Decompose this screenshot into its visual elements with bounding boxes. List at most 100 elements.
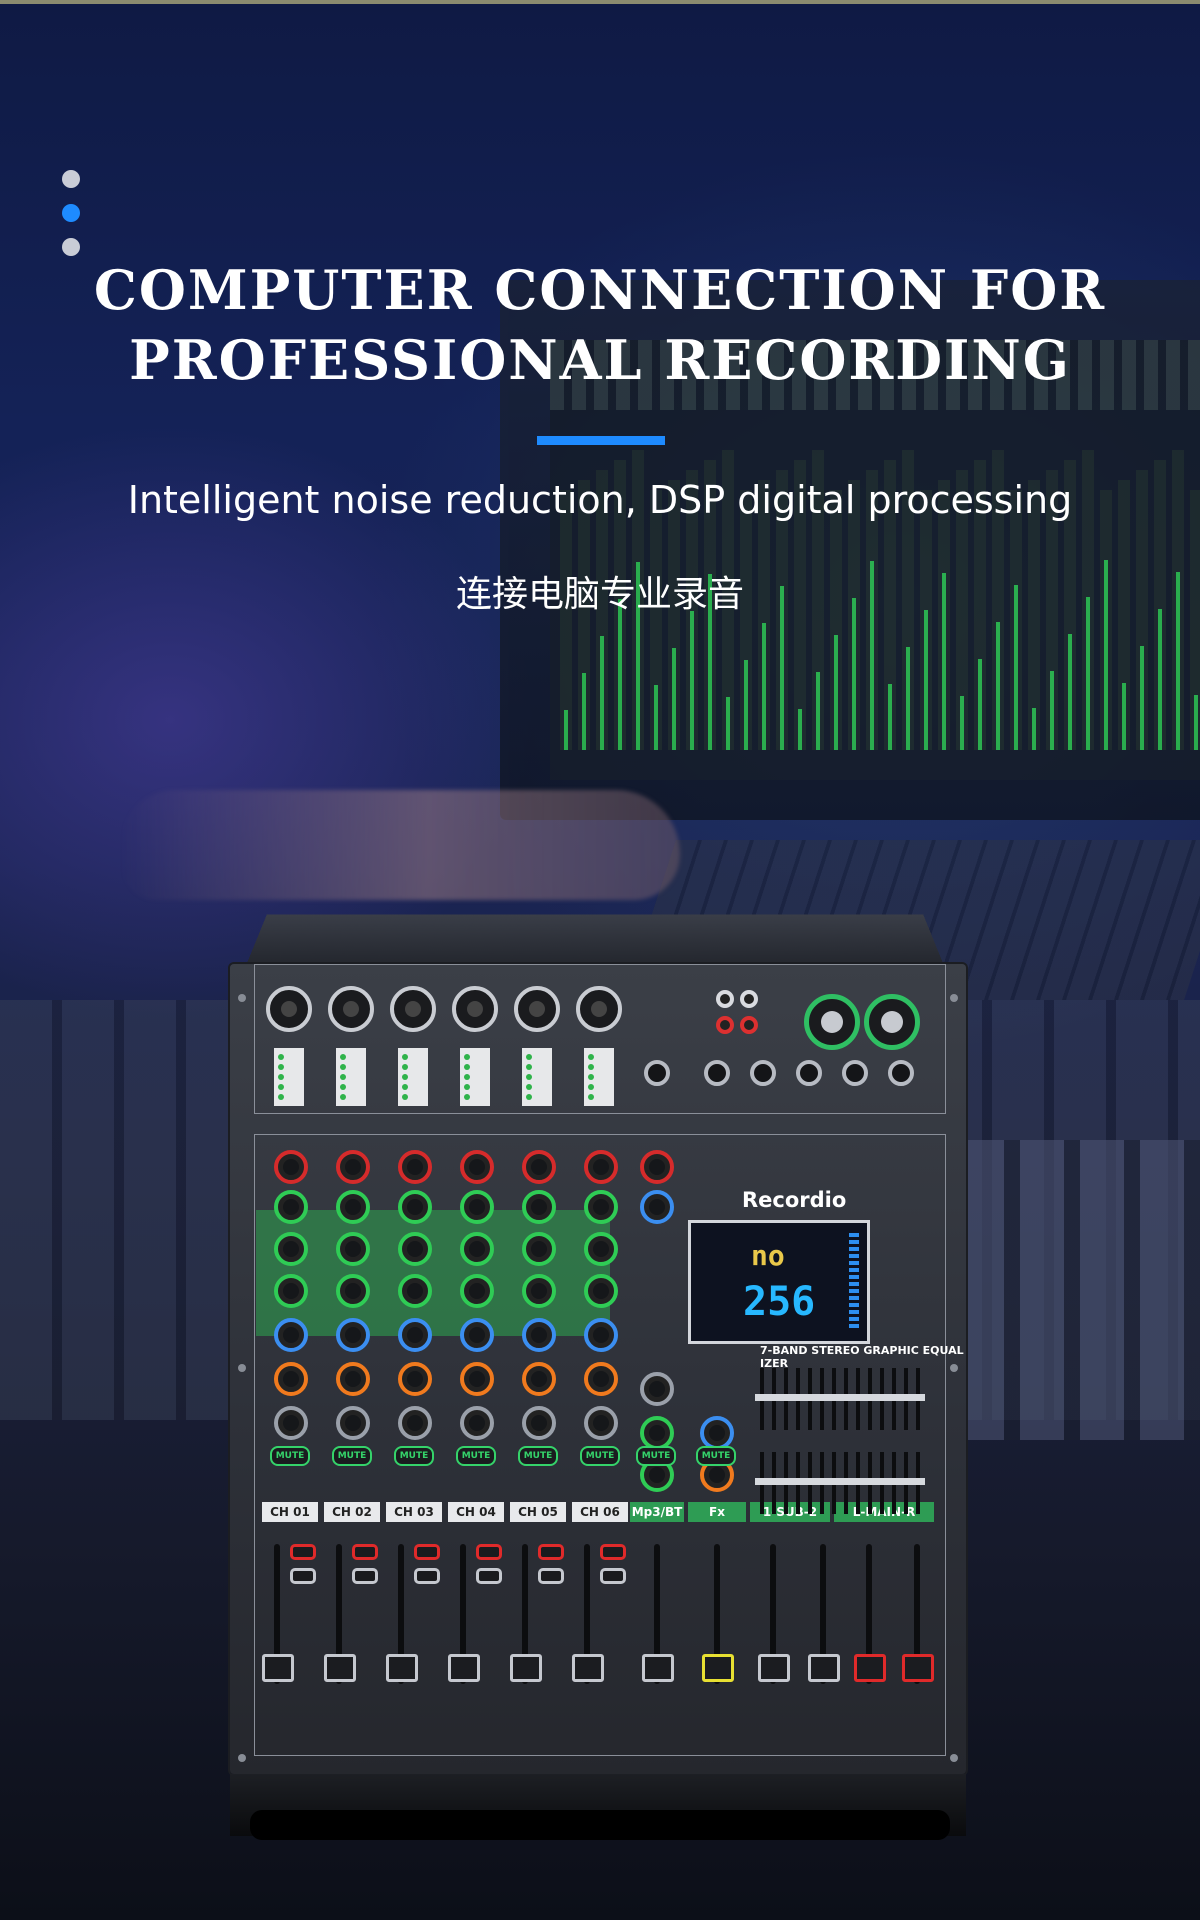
- xlr-combo-input[interactable]: [576, 986, 622, 1032]
- pan-knob[interactable]: [398, 1406, 432, 1440]
- low-eq-knob[interactable]: [336, 1274, 370, 1308]
- eq-band-slider[interactable]: [911, 1478, 925, 1485]
- mute-button[interactable]: MUTE: [270, 1446, 310, 1466]
- high-eq-knob[interactable]: [274, 1190, 308, 1224]
- mute-button[interactable]: MUTE: [580, 1446, 620, 1466]
- aux-knob[interactable]: [336, 1318, 370, 1352]
- main-assign-button[interactable]: [414, 1544, 440, 1560]
- mute-button[interactable]: MUTE: [332, 1446, 372, 1466]
- pan-knob[interactable]: [584, 1406, 618, 1440]
- aux-knob[interactable]: [584, 1318, 618, 1352]
- main-assign-button[interactable]: [290, 1544, 316, 1560]
- sub-assign-button[interactable]: [600, 1568, 626, 1584]
- xlr-combo-input[interactable]: [514, 986, 560, 1032]
- gain-knob[interactable]: [274, 1150, 308, 1184]
- channel-fader[interactable]: [448, 1654, 480, 1682]
- high-eq-knob[interactable]: [336, 1190, 370, 1224]
- quarter-inch-jack[interactable]: [750, 1060, 776, 1086]
- main-assign-button[interactable]: [538, 1544, 564, 1560]
- fx-knob[interactable]: [460, 1362, 494, 1396]
- quarter-inch-jack[interactable]: [888, 1060, 914, 1086]
- xlr-combo-input[interactable]: [328, 986, 374, 1032]
- high-eq-knob[interactable]: [584, 1190, 618, 1224]
- low-eq-knob[interactable]: [522, 1274, 556, 1308]
- bus-fader[interactable]: [642, 1654, 674, 1682]
- rca-jack[interactable]: [740, 1016, 758, 1034]
- main-out-right-xlr[interactable]: [864, 994, 920, 1050]
- channel-fader[interactable]: [572, 1654, 604, 1682]
- channel-fader[interactable]: [262, 1654, 294, 1682]
- sub-assign-button[interactable]: [538, 1568, 564, 1584]
- high-eq-knob[interactable]: [460, 1190, 494, 1224]
- pan-knob[interactable]: [460, 1406, 494, 1440]
- fx-knob[interactable]: [274, 1362, 308, 1396]
- aux-send-jack[interactable]: [644, 1060, 670, 1086]
- bus-fader[interactable]: [808, 1654, 840, 1682]
- eq-band-slider[interactable]: [911, 1394, 925, 1401]
- low-eq-knob[interactable]: [584, 1274, 618, 1308]
- fx-knob[interactable]: [336, 1362, 370, 1396]
- mid-eq-knob[interactable]: [336, 1232, 370, 1266]
- mp3-mute-button[interactable]: MUTE: [636, 1446, 676, 1466]
- channel-fader[interactable]: [510, 1654, 542, 1682]
- main-assign-button[interactable]: [476, 1544, 502, 1560]
- fx-mute-button[interactable]: MUTE: [696, 1446, 736, 1466]
- aux-knob[interactable]: [460, 1318, 494, 1352]
- gain-knob[interactable]: [522, 1150, 556, 1184]
- gain-knob[interactable]: [460, 1150, 494, 1184]
- main-out-left-xlr[interactable]: [804, 994, 860, 1050]
- gain-knob[interactable]: [584, 1150, 618, 1184]
- aux-knob[interactable]: [522, 1318, 556, 1352]
- bus-fader[interactable]: [758, 1654, 790, 1682]
- xlr-combo-input[interactable]: [452, 986, 498, 1032]
- phones-level-knob[interactable]: [640, 1150, 674, 1184]
- bus-knob[interactable]: [640, 1372, 674, 1406]
- low-eq-knob[interactable]: [274, 1274, 308, 1308]
- xlr-combo-input[interactable]: [390, 986, 436, 1032]
- bus-fader[interactable]: [854, 1654, 886, 1682]
- fx-knob[interactable]: [398, 1362, 432, 1396]
- fx-knob[interactable]: [584, 1362, 618, 1396]
- mid-eq-knob[interactable]: [522, 1232, 556, 1266]
- aux-master-knob[interactable]: [640, 1190, 674, 1224]
- quarter-inch-jack[interactable]: [704, 1060, 730, 1086]
- mute-button[interactable]: MUTE: [518, 1446, 558, 1466]
- bus-fader[interactable]: [702, 1654, 734, 1682]
- pan-knob[interactable]: [336, 1406, 370, 1440]
- fx-knob[interactable]: [522, 1362, 556, 1396]
- pan-knob[interactable]: [522, 1406, 556, 1440]
- low-eq-knob[interactable]: [398, 1274, 432, 1308]
- sub-assign-button[interactable]: [352, 1568, 378, 1584]
- carousel-dot-1[interactable]: [62, 170, 80, 188]
- mute-button[interactable]: MUTE: [456, 1446, 496, 1466]
- gain-knob[interactable]: [336, 1150, 370, 1184]
- mute-button[interactable]: MUTE: [394, 1446, 434, 1466]
- high-eq-knob[interactable]: [522, 1190, 556, 1224]
- mid-eq-knob[interactable]: [398, 1232, 432, 1266]
- mid-eq-knob[interactable]: [460, 1232, 494, 1266]
- aux-knob[interactable]: [398, 1318, 432, 1352]
- rca-jack[interactable]: [740, 990, 758, 1008]
- bus-knob[interactable]: [640, 1416, 674, 1450]
- low-eq-knob[interactable]: [460, 1274, 494, 1308]
- mid-eq-knob[interactable]: [274, 1232, 308, 1266]
- rca-jack[interactable]: [716, 1016, 734, 1034]
- carousel-dot-3[interactable]: [62, 238, 80, 256]
- sub-assign-button[interactable]: [476, 1568, 502, 1584]
- bus-fader[interactable]: [902, 1654, 934, 1682]
- channel-fader[interactable]: [324, 1654, 356, 1682]
- quarter-inch-jack[interactable]: [796, 1060, 822, 1086]
- carousel-dot-2[interactable]: [62, 204, 80, 222]
- high-eq-knob[interactable]: [398, 1190, 432, 1224]
- quarter-inch-jack[interactable]: [842, 1060, 868, 1086]
- pan-knob[interactable]: [274, 1406, 308, 1440]
- mid-eq-knob[interactable]: [584, 1232, 618, 1266]
- sub-assign-button[interactable]: [290, 1568, 316, 1584]
- channel-fader[interactable]: [386, 1654, 418, 1682]
- main-assign-button[interactable]: [352, 1544, 378, 1560]
- sub-assign-button[interactable]: [414, 1568, 440, 1584]
- xlr-combo-input[interactable]: [266, 986, 312, 1032]
- aux-knob[interactable]: [274, 1318, 308, 1352]
- bus-knob[interactable]: [700, 1416, 734, 1450]
- rca-jack[interactable]: [716, 990, 734, 1008]
